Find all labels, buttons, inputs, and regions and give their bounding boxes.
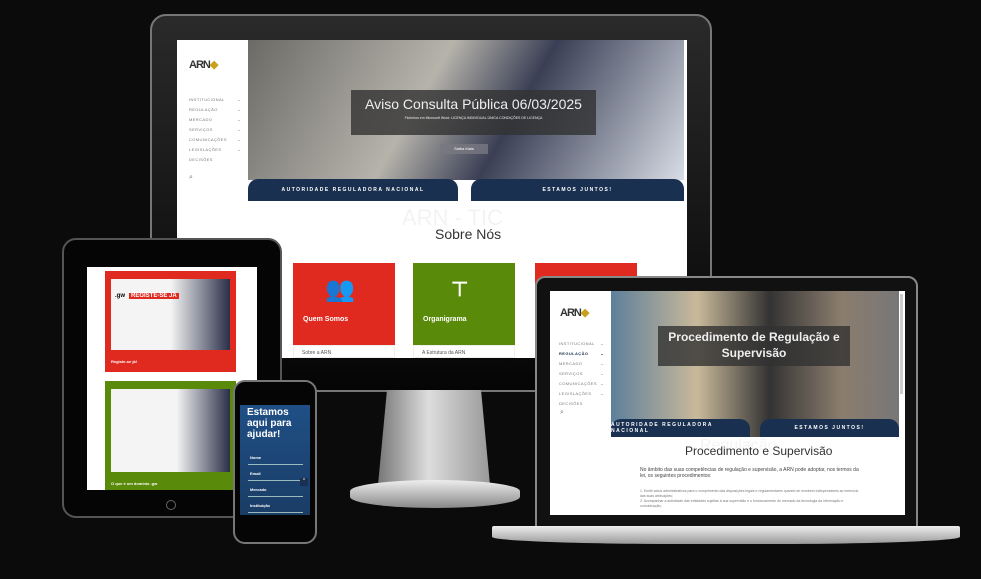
form-field[interactable]: Mercado [248, 481, 303, 497]
logo-text: ARN [189, 59, 211, 71]
nav-item[interactable]: DECISÕES [189, 157, 241, 162]
users-icon: 👥 [325, 276, 355, 303]
nav-item[interactable]: MERCADO ⌄ [559, 361, 604, 366]
logo[interactable]: ARN◆ [189, 58, 218, 71]
nav-item[interactable]: SERVIÇOS ⌄ [189, 127, 241, 132]
hero-image: Procedimento de Regulação e Supervisão [611, 291, 899, 437]
search-icon[interactable]: ⌕ [560, 409, 564, 417]
nav-item[interactable]: MERCADO ⌄ [189, 117, 241, 122]
nav-item[interactable]: SERVIÇOS ⌄ [559, 371, 604, 376]
card-caption: O que é um domínio .gw [111, 481, 158, 486]
hero-caption: Aviso Consulta Pública 06/03/2025 Fichei… [351, 90, 596, 135]
tablet-card-domain[interactable]: O que é um domínio .gw [105, 381, 236, 490]
phone-heading: Estamos aqui para ajudar! [247, 407, 292, 440]
scroll-top-button[interactable]: ^ [300, 478, 308, 486]
nav-item[interactable]: LEGISLAÇÕES ⌄ [189, 147, 241, 152]
form-field[interactable]: Instituição [248, 497, 303, 513]
card-quem-somos[interactable]: 👥 Quem Somos Sobre a ARN [293, 263, 395, 358]
procedure-list: 1. Emitir actos administrativos para o c… [640, 489, 865, 509]
hero-title: Aviso Consulta Pública 06/03/2025 [365, 96, 582, 112]
logo[interactable]: ARN◆ [560, 306, 589, 319]
list-item: 2. Acompanhar a actividade das entidades… [640, 499, 844, 508]
domain-image [111, 389, 230, 472]
nav-item[interactable]: INSTITUCIONAL ⌄ [559, 341, 604, 346]
monitor-base [350, 480, 520, 508]
phone-screen: Estamos aqui para ajudar! Nome Email Mer… [240, 405, 310, 515]
laptop-base [492, 526, 960, 544]
domain-label: .gw [115, 293, 125, 299]
hero-subtitle: Ficheiros em Microsoft Word: LICENÇA IND… [404, 116, 543, 120]
search-icon[interactable]: ⌕ [189, 174, 193, 182]
phone-form: Nome Email Mercado Instituição [248, 452, 303, 513]
org-chart-icon: ⊤ [451, 279, 469, 301]
form-field[interactable]: Nome [248, 452, 303, 465]
banner-text: REGISTE-SE JÁ [129, 293, 179, 299]
form-field[interactable]: Email [248, 465, 303, 481]
intro-text: No âmbito das suas competências de regul… [640, 467, 859, 479]
card-caption: Sobre a ARN [293, 345, 395, 358]
card-caption: A Estrutura da ARN [413, 345, 515, 358]
nav-item[interactable]: DECISÕES [559, 401, 604, 406]
sidebar: ARN◆ INSTITUCIONAL ⌄ REGULAÇÃO ⌄ MERCADO ⌄ … [550, 291, 611, 515]
list-item: 1. Emitir actos administrativos para o c… [640, 489, 859, 498]
card-title: Quem Somos [303, 316, 349, 323]
hero-slider: Aviso Consulta Pública 06/03/2025 Fichei… [248, 40, 684, 180]
band-right[interactable]: ESTAMOS JUNTOS! [471, 179, 684, 201]
band-left[interactable]: AUTORIDADE REGULADORA NACIONAL [611, 419, 750, 437]
nav-item[interactable]: INSTITUCIONAL ⌄ [189, 97, 241, 102]
band-right[interactable]: ESTAMOS JUNTOS! [760, 419, 899, 437]
sidebar-nav: INSTITUCIONAL ⌄ REGULAÇÃO ⌄ MERCADO ⌄ SERVI… [177, 92, 241, 162]
card-title: Organigrama [423, 316, 467, 323]
band-left[interactable]: AUTORIDADE REGULADORA NACIONAL [248, 179, 458, 201]
hero-title: Procedimento de Regulação e Supervisão [658, 326, 850, 366]
monitor-stand [378, 390, 490, 485]
nav-item[interactable]: LEGISLAÇÕES ⌄ [559, 391, 604, 396]
nav-item[interactable]: COMUNICAÇÕES ⌄ [559, 381, 604, 386]
sidebar-nav: INSTITUCIONAL ⌄ REGULAÇÃO ⌄ MERCADO ⌄ SERVI… [550, 336, 604, 406]
card-organigrama[interactable]: ⊤ Organigrama A Estrutura da ARN [413, 263, 515, 358]
scrollbar[interactable] [900, 294, 903, 394]
home-button[interactable] [166, 500, 176, 510]
section-title: Sobre Nós [435, 226, 502, 242]
nav-item[interactable]: COMUNICAÇÕES ⌄ [189, 137, 241, 142]
register-banner: REGISTE-SE JÁ .gw [111, 279, 230, 350]
nav-item[interactable]: REGULAÇÃO ⌄ [559, 351, 604, 356]
tablet-screen: REGISTE-SE JÁ .gw Registe-se já! O que é… [87, 267, 257, 490]
hero-button[interactable]: Saiba Mais [440, 144, 488, 154]
nav-item[interactable]: REGULAÇÃO ⌄ [189, 107, 241, 112]
section-title: Procedimento e Supervisão [685, 444, 833, 458]
card-caption: Registe-se já! [111, 359, 138, 364]
laptop-screen: ARN◆ INSTITUCIONAL ⌄ REGULAÇÃO ⌄ MERCADO ⌄ … [550, 291, 905, 515]
tablet-card-register[interactable]: REGISTE-SE JÁ .gw Registe-se já! [105, 271, 236, 372]
